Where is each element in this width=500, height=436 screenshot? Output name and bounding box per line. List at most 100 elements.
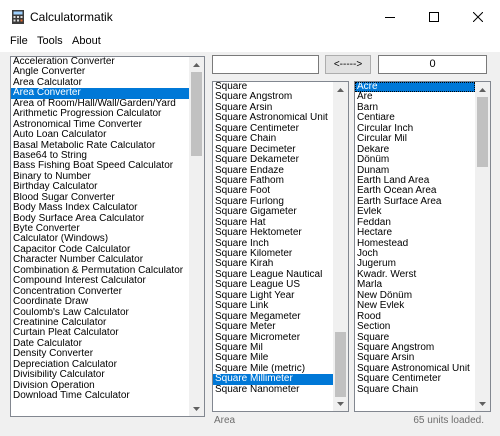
list-item[interactable]: Square Astronomical Unit bbox=[355, 364, 475, 374]
from-unit-list[interactable]: Square Square Angstrom Square Arsin Square … bbox=[212, 81, 349, 412]
list-item[interactable]: Section bbox=[355, 322, 475, 332]
list-item[interactable]: Rood bbox=[355, 312, 475, 322]
list-item[interactable]: Byte Converter bbox=[11, 224, 189, 234]
list-item[interactable]: Birthday Calculator bbox=[11, 182, 189, 192]
list-item[interactable]: Square Decimeter bbox=[213, 145, 333, 155]
list-item[interactable]: Square Endaze bbox=[213, 166, 333, 176]
scroll-thumb[interactable] bbox=[335, 332, 346, 397]
list-item[interactable]: Binary to Number bbox=[11, 172, 189, 182]
list-item[interactable]: Square Arsin bbox=[213, 103, 333, 113]
list-item[interactable]: Square Millimeter bbox=[213, 374, 333, 385]
list-item[interactable]: Coulomb's Law Calculator bbox=[11, 308, 189, 318]
scroll-up-arrow-icon[interactable] bbox=[475, 82, 490, 97]
list-item[interactable]: Depreciation Calculator bbox=[11, 360, 189, 370]
list-item[interactable]: Date Calculator bbox=[11, 339, 189, 349]
list-item[interactable]: Square Angstrom bbox=[213, 92, 333, 102]
scroll-thumb[interactable] bbox=[191, 72, 202, 156]
list-item[interactable]: Evlek bbox=[355, 207, 475, 217]
list-item[interactable]: Divisibility Calculator bbox=[11, 370, 189, 380]
list-item[interactable]: Download Time Calculator bbox=[11, 391, 189, 401]
list-item[interactable]: Square Hat bbox=[213, 218, 333, 228]
from-unit-list-scrollbar[interactable] bbox=[333, 82, 348, 411]
list-item[interactable]: Auto Loan Calculator bbox=[11, 130, 189, 140]
list-item[interactable]: Earth Ocean Area bbox=[355, 186, 475, 196]
list-item[interactable]: Square Kirah bbox=[213, 259, 333, 269]
minimize-button[interactable] bbox=[368, 0, 412, 34]
list-item[interactable]: Square Link bbox=[213, 301, 333, 311]
converter-list[interactable]: Acceleration Converter Angle Converter Are… bbox=[10, 56, 205, 417]
swap-button[interactable]: <-----> bbox=[325, 55, 371, 74]
list-item[interactable]: Square bbox=[355, 333, 475, 343]
list-item[interactable]: Angle Converter bbox=[11, 67, 189, 77]
output-value-field[interactable]: 0 bbox=[378, 55, 487, 74]
list-item[interactable]: Square Inch bbox=[213, 239, 333, 249]
to-unit-list[interactable]: Acre Are Barn Centiare Circular Inch Circular… bbox=[354, 81, 491, 412]
list-item[interactable]: Dekare bbox=[355, 145, 475, 155]
list-item[interactable]: Square League US bbox=[213, 280, 333, 290]
list-item[interactable]: Acceleration Converter bbox=[11, 57, 189, 67]
list-item[interactable]: Earth Surface Area bbox=[355, 197, 475, 207]
list-item[interactable]: Barn bbox=[355, 103, 475, 113]
list-item[interactable]: Square Nanometer bbox=[213, 385, 333, 395]
list-item[interactable]: Square Hektometer bbox=[213, 228, 333, 238]
scroll-thumb[interactable] bbox=[477, 97, 488, 167]
list-item[interactable]: Square Dekameter bbox=[213, 155, 333, 165]
scroll-up-arrow-icon[interactable] bbox=[189, 57, 204, 72]
list-item[interactable]: Earth Land Area bbox=[355, 176, 475, 186]
list-item[interactable]: Joch bbox=[355, 249, 475, 259]
list-item[interactable]: Dunam bbox=[355, 166, 475, 176]
list-item[interactable]: New Evlek bbox=[355, 301, 475, 311]
list-item[interactable]: Base64 to String bbox=[11, 151, 189, 161]
list-item[interactable]: Square Mile (metric) bbox=[213, 364, 333, 374]
list-item[interactable]: Area Calculator bbox=[11, 78, 189, 88]
list-item[interactable]: Circular Mil bbox=[355, 134, 475, 144]
list-item[interactable]: Square Chain bbox=[213, 134, 333, 144]
list-item[interactable]: Square Centimeter bbox=[213, 124, 333, 134]
list-item[interactable]: Square Megameter bbox=[213, 312, 333, 322]
list-item[interactable]: Square Angstrom bbox=[355, 343, 475, 353]
list-item[interactable]: Density Converter bbox=[11, 349, 189, 359]
list-item[interactable]: Hectare bbox=[355, 228, 475, 238]
list-item[interactable]: Square Micrometer bbox=[213, 333, 333, 343]
list-item[interactable]: Compound Interest Calculator bbox=[11, 276, 189, 286]
list-item[interactable]: Character Number Calculator bbox=[11, 255, 189, 265]
list-item[interactable]: Square Mil bbox=[213, 343, 333, 353]
list-item[interactable]: Concentration Converter bbox=[11, 287, 189, 297]
list-item[interactable]: Square Furlong bbox=[213, 197, 333, 207]
list-item[interactable]: Curtain Pleat Calculator bbox=[11, 328, 189, 338]
list-item[interactable]: Square Fathom bbox=[213, 176, 333, 186]
list-item[interactable]: Square Meter bbox=[213, 322, 333, 332]
list-item[interactable]: Feddan bbox=[355, 218, 475, 228]
list-item[interactable]: Square Gigameter bbox=[213, 207, 333, 217]
list-item[interactable]: Arithmetic Progression Calculator bbox=[11, 109, 189, 119]
list-item[interactable]: Square Kilometer bbox=[213, 249, 333, 259]
converter-list-scrollbar[interactable] bbox=[189, 57, 204, 416]
scroll-down-arrow-icon[interactable] bbox=[475, 396, 490, 411]
to-unit-list-scrollbar[interactable] bbox=[475, 82, 490, 411]
list-item[interactable]: Basal Metabolic Rate Calculator bbox=[11, 141, 189, 151]
menu-tools[interactable]: Tools bbox=[37, 35, 63, 47]
list-item[interactable]: Acre bbox=[355, 82, 475, 93]
list-item[interactable]: Square Arsin bbox=[355, 353, 475, 363]
list-item[interactable]: Homestead bbox=[355, 239, 475, 249]
list-item[interactable]: Square League Nautical bbox=[213, 270, 333, 280]
list-item[interactable]: Body Surface Area Calculator bbox=[11, 214, 189, 224]
menu-file[interactable]: File bbox=[10, 35, 28, 47]
list-item[interactable]: Square Foot bbox=[213, 186, 333, 196]
list-item[interactable]: Square Mile bbox=[213, 353, 333, 363]
list-item[interactable]: Square bbox=[213, 82, 333, 92]
list-item[interactable]: Capacitor Code Calculator bbox=[11, 245, 189, 255]
list-item[interactable]: Combination & Permutation Calculator bbox=[11, 266, 189, 276]
maximize-button[interactable] bbox=[412, 0, 456, 34]
list-item[interactable]: Area of Room/Hall/Wall/Garden/Yard bbox=[11, 99, 189, 109]
input-value-field[interactable] bbox=[212, 55, 319, 74]
list-item[interactable]: Jugerum bbox=[355, 259, 475, 269]
list-item[interactable]: Circular Inch bbox=[355, 124, 475, 134]
list-item[interactable]: Marla bbox=[355, 280, 475, 290]
list-item[interactable]: Square Centimeter bbox=[355, 374, 475, 384]
scroll-down-arrow-icon[interactable] bbox=[189, 401, 204, 416]
close-button[interactable] bbox=[456, 0, 500, 34]
list-item[interactable]: Dönüm bbox=[355, 155, 475, 165]
list-item[interactable]: Creatinine Calculator bbox=[11, 318, 189, 328]
list-item[interactable]: Body Mass Index Calculator bbox=[11, 203, 189, 213]
